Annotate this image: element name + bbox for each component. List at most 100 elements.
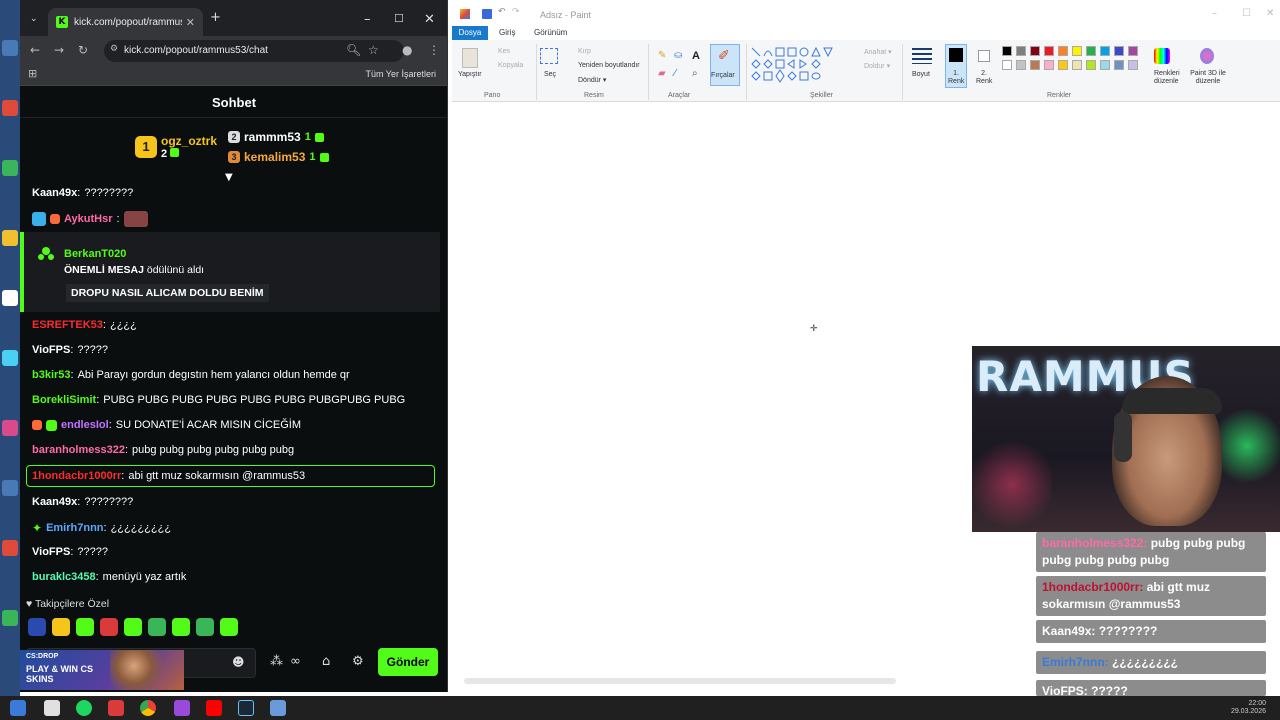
color-swatch[interactable] [1114,46,1124,56]
color-swatch[interactable] [1128,60,1138,70]
chat-username[interactable]: VioFPS [32,546,70,558]
emote-button[interactable] [52,618,70,636]
chat-username[interactable]: Emirh7nnn [46,522,103,534]
size-icon[interactable] [912,48,932,64]
store-icon[interactable]: ⌂ [322,654,330,669]
chat-username[interactable]: baranholmess322 [32,444,125,456]
steam-icon[interactable] [238,700,254,716]
emote-button[interactable] [100,618,118,636]
emote-button[interactable] [196,618,214,636]
emoji-picker-icon[interactable]: ☻ [232,655,245,669]
minimize-button[interactable]: – [364,12,371,27]
chat-username[interactable]: BorekliSimit [32,394,96,406]
chat-username[interactable]: VioFPS [32,344,70,356]
tab-view[interactable]: Görünüm [534,28,567,37]
horizontal-scrollbar[interactable] [464,678,896,684]
color-swatch[interactable] [1100,60,1110,70]
chat-username[interactable]: Kaan49x [32,496,77,508]
chat-message[interactable]: 1hondacbr1000rr: abi gtt muz sokarmısın … [32,470,305,482]
csdrop-ad-banner[interactable]: CS:DROP PLAY & WIN CS SKINS [20,650,184,690]
emote-button[interactable] [148,618,166,636]
chat-username[interactable]: 1hondacbr1000rr [32,470,121,482]
edit-colors-button[interactable]: Renkleri düzenle [1154,70,1184,86]
tab-close-icon[interactable]: ✕ [186,16,195,29]
site-info-icon[interactable]: ⚙ [110,44,118,54]
leaderboard-item-2[interactable]: 2 rammm53 1 [228,130,324,144]
save-icon[interactable] [482,9,492,19]
crop-button[interactable]: Kırp [578,48,591,55]
emote-button[interactable] [124,618,142,636]
chat-message[interactable]: BorekliSimit: PUBG PUBG PUBG PUBG PUBG P… [32,394,405,406]
color-swatch[interactable] [1016,46,1026,56]
color-swatch[interactable] [1030,46,1040,56]
desktop-icon[interactable] [2,480,18,496]
desktop-icon[interactable] [2,610,18,626]
chat-message[interactable]: VioFPS: ????? [32,344,108,356]
chat-message[interactable]: baranholmess322: pubg pubg pubg pubg pub… [32,444,294,456]
close-button[interactable]: ✕ [424,12,435,27]
forward-icon[interactable]: → [54,43,64,57]
back-icon[interactable]: ← [30,43,40,57]
desktop-icon[interactable] [2,230,18,246]
chat-message[interactable]: AykutHsr: [32,211,148,227]
pinned-icon[interactable]: ⁂ [270,654,283,669]
color2-swatch[interactable] [978,50,990,62]
emote-button[interactable] [220,618,238,636]
youtube-icon[interactable] [206,700,222,716]
shapes-gallery[interactable] [750,46,846,86]
desktop-icon[interactable] [2,40,18,56]
fill-bucket-icon[interactable]: ⛀ [674,50,682,61]
color-swatch[interactable] [1128,46,1138,56]
copy-button[interactable]: Kopyala [498,62,523,69]
settings-gear-icon[interactable]: ⚙ [352,654,364,669]
chat-username[interactable]: Kaan49x [32,187,77,199]
emote-button[interactable] [76,618,94,636]
color-swatch[interactable] [1016,60,1026,70]
reload-icon[interactable]: ↻ [78,43,88,57]
chat-message[interactable]: buraklc3458: menüyü yaz artık [32,571,186,583]
taskbar-app-icon[interactable] [270,700,286,716]
all-bookmarks-link[interactable]: Tüm Yer İşaretleri [365,69,436,79]
maximize-button[interactable]: ☐ [394,12,404,25]
chat-username[interactable]: AykutHsr [64,213,113,225]
color-swatch[interactable] [1072,60,1082,70]
taskbar-app-icon[interactable] [174,700,190,716]
desktop-icon[interactable] [2,290,18,306]
color-picker-icon[interactable]: ⁄ [674,68,676,79]
text-tool-icon[interactable]: A [692,50,700,62]
undo-icon[interactable]: ↶ [498,7,506,17]
color-swatch[interactable] [1044,46,1054,56]
fill-button[interactable]: Doldur ▾ [864,62,890,70]
color-swatch[interactable] [1058,46,1068,56]
cut-button[interactable]: Kes [498,48,510,55]
maximize-button[interactable]: ☐ [1242,8,1251,19]
color-swatch[interactable] [1086,60,1096,70]
minimize-button[interactable]: – [1212,8,1217,19]
chat-message[interactable]: b3kir53: Abi Parayı gordun degıstın hem … [32,369,350,381]
system-tray-clock[interactable]: 22:00 29.03.2026 [1231,700,1266,716]
outline-button[interactable]: Anahat ▾ [864,48,892,56]
color2-label[interactable]: 2. Renk [976,70,992,86]
chat-message[interactable]: ESREFTEK53: ¿¿¿¿ [32,319,137,331]
desktop-icon[interactable] [2,160,18,176]
resize-button[interactable]: Yeniden boyutlandır [578,62,640,69]
paste-button[interactable]: Yapıştır [458,71,482,78]
chat-username[interactable]: ESREFTEK53 [32,319,103,331]
zoom-icon[interactable]: 🔍︎ [346,43,361,57]
brushes-button[interactable]: Fırçalar [711,72,735,79]
desktop-icon[interactable] [2,350,18,366]
eraser-icon[interactable]: ▰ [658,68,666,79]
select-icon[interactable] [540,48,558,64]
color-swatch[interactable] [1002,46,1012,56]
size-button[interactable]: Boyut [912,71,930,78]
taskbar-app-icon[interactable] [44,700,60,716]
pencil-icon[interactable]: ✎ [658,50,666,61]
desktop-icon[interactable] [2,420,18,436]
menu-icon[interactable]: ⋮ [428,43,440,57]
chat-username[interactable]: b3kir53 [32,369,71,381]
desktop-icon[interactable] [2,100,18,116]
browser-tab[interactable]: K kick.com/popout/rammus53/cha ✕ [48,8,203,36]
close-button[interactable]: ✕ [1266,8,1274,19]
collapse-leaderboard-icon[interactable]: ▼ [225,172,233,183]
apps-grid-icon[interactable]: ⊞ [28,67,37,80]
